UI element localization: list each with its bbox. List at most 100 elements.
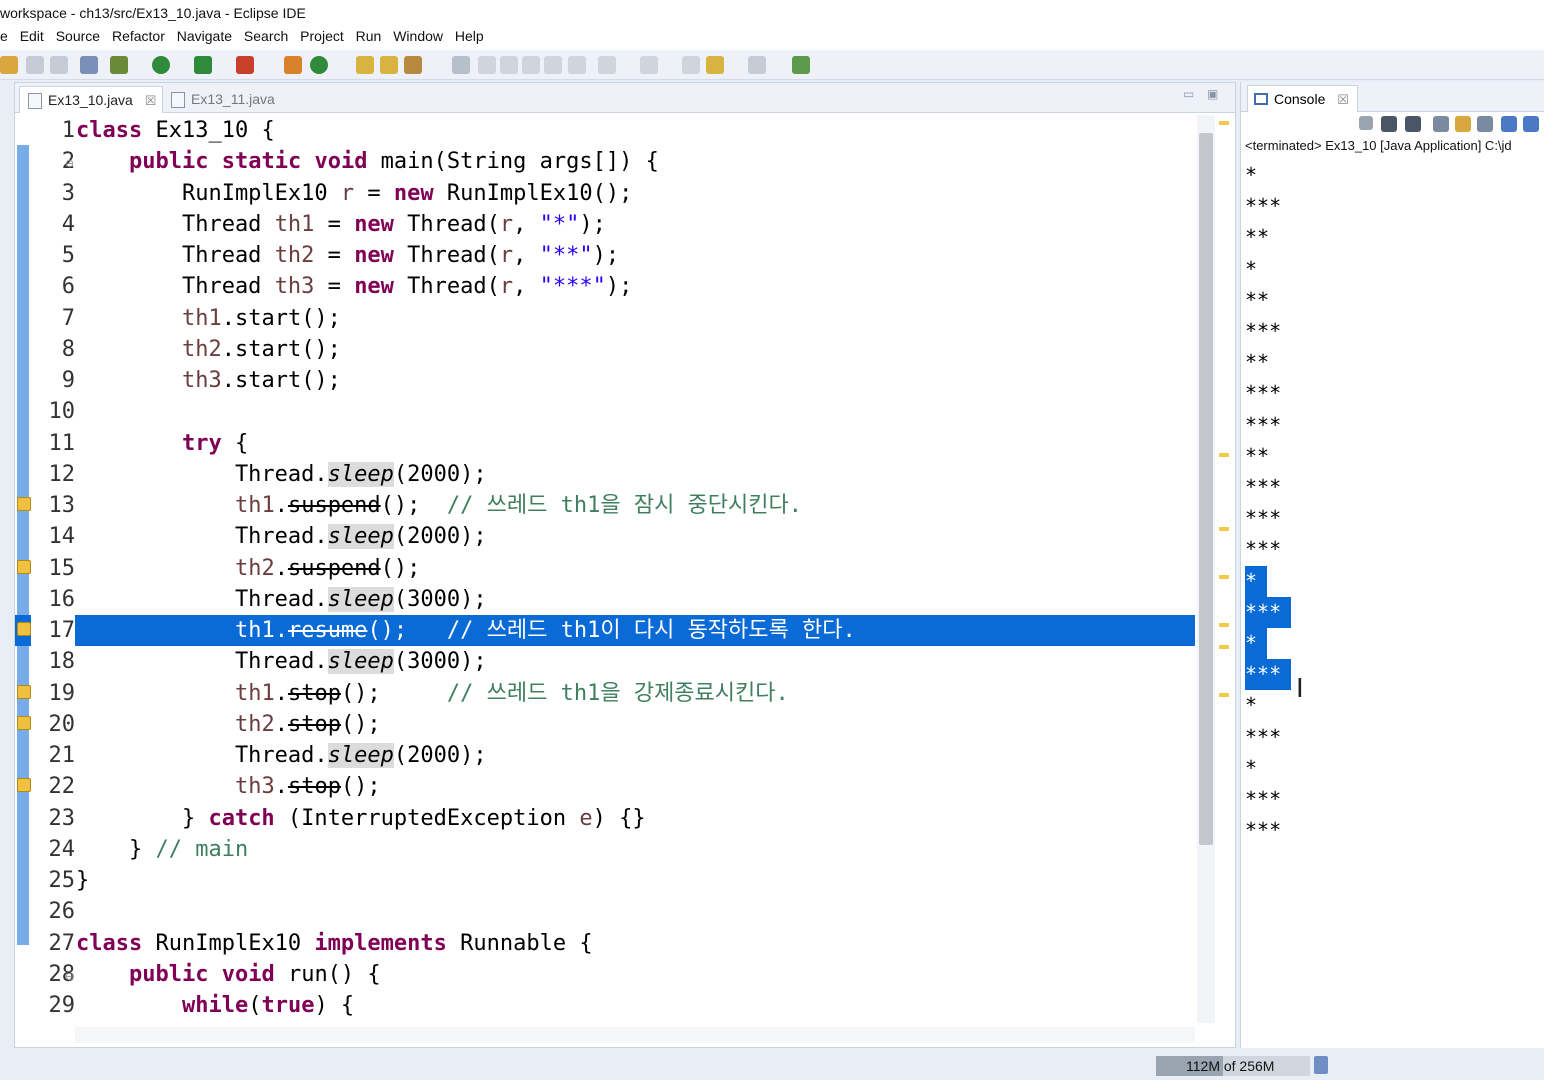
warning-icon[interactable] — [17, 497, 31, 511]
code-line[interactable]: 28 ⊖ public void run() { — [15, 959, 1195, 990]
open-type-icon[interactable] — [356, 56, 374, 74]
pin-console-icon[interactable] — [1501, 116, 1517, 132]
code-line[interactable]: 3 RunImplEx10 r = new RunImplEx10(); — [15, 178, 1195, 209]
code-line[interactable]: 20 th2.stop(); — [15, 709, 1195, 740]
code-line[interactable]: 2 ⊖ public static void main(String args[]… — [15, 146, 1195, 177]
menu-help[interactable]: Help — [455, 28, 484, 44]
close-icon[interactable]: ☒ — [145, 93, 157, 108]
annotation-icon[interactable] — [452, 56, 470, 74]
run-icon[interactable] — [152, 56, 170, 74]
skip-breakpoints-icon[interactable] — [80, 56, 98, 74]
code-line[interactable]: 16 Thread.sleep(3000); — [15, 584, 1195, 615]
code-line[interactable]: 8 th2.start(); — [15, 334, 1195, 365]
tab-ex13-11[interactable]: Ex13_11.java — [163, 86, 281, 113]
code-line[interactable]: 13 th1.suspend(); // 쓰레드 th1을 잠시 중단시킨다. — [15, 490, 1195, 521]
fold-toggle-icon[interactable]: ⊖ — [65, 961, 74, 992]
code-line[interactable]: 29 while(true) { — [15, 990, 1195, 1020]
code-line[interactable]: 24 } // main — [15, 834, 1195, 865]
code-line[interactable]: 7 th1.start(); — [15, 303, 1195, 334]
fold-toggle-icon[interactable]: ⊖ — [65, 148, 74, 179]
garbage-collect-icon[interactable] — [1314, 1056, 1328, 1074]
back-icon[interactable] — [706, 56, 724, 74]
warning-marker[interactable] — [1219, 645, 1229, 649]
terminate-icon[interactable] — [1359, 116, 1373, 130]
open-folder-icon[interactable] — [380, 56, 398, 74]
maximize-icon[interactable]: ▣ — [1207, 87, 1218, 101]
code-line[interactable]: 18 Thread.sleep(3000); — [15, 646, 1195, 677]
code-editor[interactable]: 1 class Ex13_10 {2 ⊖ public static void ma… — [15, 115, 1195, 1020]
scroll-thumb[interactable] — [1199, 133, 1213, 845]
external-tools-icon[interactable] — [236, 56, 254, 74]
menu-navigate[interactable]: Navigate — [177, 28, 232, 44]
search-icon[interactable] — [404, 56, 422, 74]
code-line[interactable]: 22 th3.stop(); — [15, 771, 1195, 802]
code-line[interactable]: 26 — [15, 896, 1195, 927]
forward-icon[interactable] — [748, 56, 766, 74]
code-line[interactable]: 10 — [15, 396, 1195, 427]
code-line[interactable]: 21 Thread.sleep(2000); — [15, 740, 1195, 771]
code-line[interactable]: 15 th2.suspend(); — [15, 553, 1195, 584]
code-line[interactable]: 1 class Ex13_10 { — [15, 115, 1195, 146]
code-line[interactable]: 14 Thread.sleep(2000); — [15, 521, 1195, 552]
code-line[interactable]: 4 Thread th1 = new Thread(r, "*"); — [15, 209, 1195, 240]
display-console-icon[interactable] — [1523, 116, 1539, 132]
remove-all-icon[interactable] — [1405, 116, 1421, 132]
menu-window[interactable]: Window — [393, 28, 443, 44]
code-line[interactable]: 11 try { — [15, 428, 1195, 459]
word-wrap-icon[interactable] — [544, 56, 562, 74]
pin-icon[interactable] — [478, 56, 496, 74]
horizontal-scrollbar[interactable] — [75, 1027, 1195, 1043]
save-all-icon[interactable] — [50, 56, 68, 74]
warning-icon[interactable] — [17, 622, 31, 636]
code-line[interactable]: 12 Thread.sleep(2000); — [15, 459, 1195, 490]
warning-icon[interactable] — [17, 559, 31, 574]
whitespace-icon[interactable] — [568, 56, 586, 74]
code-line[interactable]: 6 Thread th3 = new Thread(r, "***"); — [15, 271, 1195, 302]
debug-icon[interactable] — [110, 56, 128, 74]
warning-icon[interactable] — [17, 778, 31, 793]
new-class-icon[interactable] — [310, 56, 328, 74]
menu-run[interactable]: Run — [356, 28, 382, 44]
warning-marker[interactable] — [1219, 575, 1229, 579]
heap-status[interactable]: 112M of 256M — [1156, 1056, 1310, 1076]
warning-icon[interactable] — [17, 715, 31, 730]
clear-console-icon[interactable] — [1433, 116, 1449, 132]
last-edit-icon[interactable] — [682, 56, 700, 74]
warning-marker[interactable] — [1219, 453, 1229, 457]
new-package-icon[interactable] — [284, 56, 302, 74]
code-line[interactable]: 17 th1.resume(); // 쓰레드 th1이 다시 동작하도록 한다… — [15, 615, 1195, 646]
open-perspective-icon[interactable] — [792, 56, 810, 74]
coverage-icon[interactable] — [194, 56, 212, 74]
toggle-mark-icon[interactable] — [500, 56, 518, 74]
save-icon[interactable] — [26, 56, 44, 74]
code-line[interactable]: 9 th3.start(); — [15, 365, 1195, 396]
prev-annotation-icon[interactable] — [640, 56, 658, 74]
menu-refactor[interactable]: Refactor — [112, 28, 165, 44]
menu-edit[interactable]: Edit — [20, 28, 44, 44]
vertical-scrollbar[interactable] — [1197, 115, 1215, 1023]
next-annotation-icon[interactable] — [598, 56, 616, 74]
block-select-icon[interactable] — [522, 56, 540, 74]
menu-search[interactable]: Search — [244, 28, 288, 44]
close-icon[interactable]: ☒ — [1337, 92, 1349, 107]
code-line[interactable]: 27 class RunImplEx10 implements Runnable … — [15, 928, 1195, 959]
tab-console[interactable]: Console ☒ — [1247, 85, 1358, 112]
warning-icon[interactable] — [17, 684, 31, 699]
menu-source[interactable]: Source — [56, 28, 100, 44]
scroll-lock-icon[interactable] — [1455, 116, 1471, 132]
word-wrap-icon[interactable] — [1477, 116, 1493, 132]
menu-project[interactable]: Project — [300, 28, 344, 44]
code-line[interactable]: 19 th1.stop(); // 쓰레드 th1을 강제종료시킨다. — [15, 678, 1195, 709]
menu-file[interactable]: e — [0, 28, 8, 44]
code-line[interactable]: 23 } catch (InterruptedException e) {} — [15, 803, 1195, 834]
warning-marker[interactable] — [1219, 121, 1229, 125]
new-icon[interactable] — [0, 56, 18, 74]
remove-launch-icon[interactable] — [1381, 116, 1397, 132]
minimize-icon[interactable]: ▭ — [1183, 87, 1194, 101]
tab-ex13-10[interactable]: Ex13_10.java ☒ — [19, 86, 164, 113]
warning-marker[interactable] — [1219, 693, 1229, 697]
code-line[interactable]: 25} — [15, 865, 1195, 896]
warning-marker[interactable] — [1219, 527, 1229, 531]
code-line[interactable]: 5 Thread th2 = new Thread(r, "**"); — [15, 240, 1195, 271]
warning-marker[interactable] — [1219, 623, 1229, 627]
